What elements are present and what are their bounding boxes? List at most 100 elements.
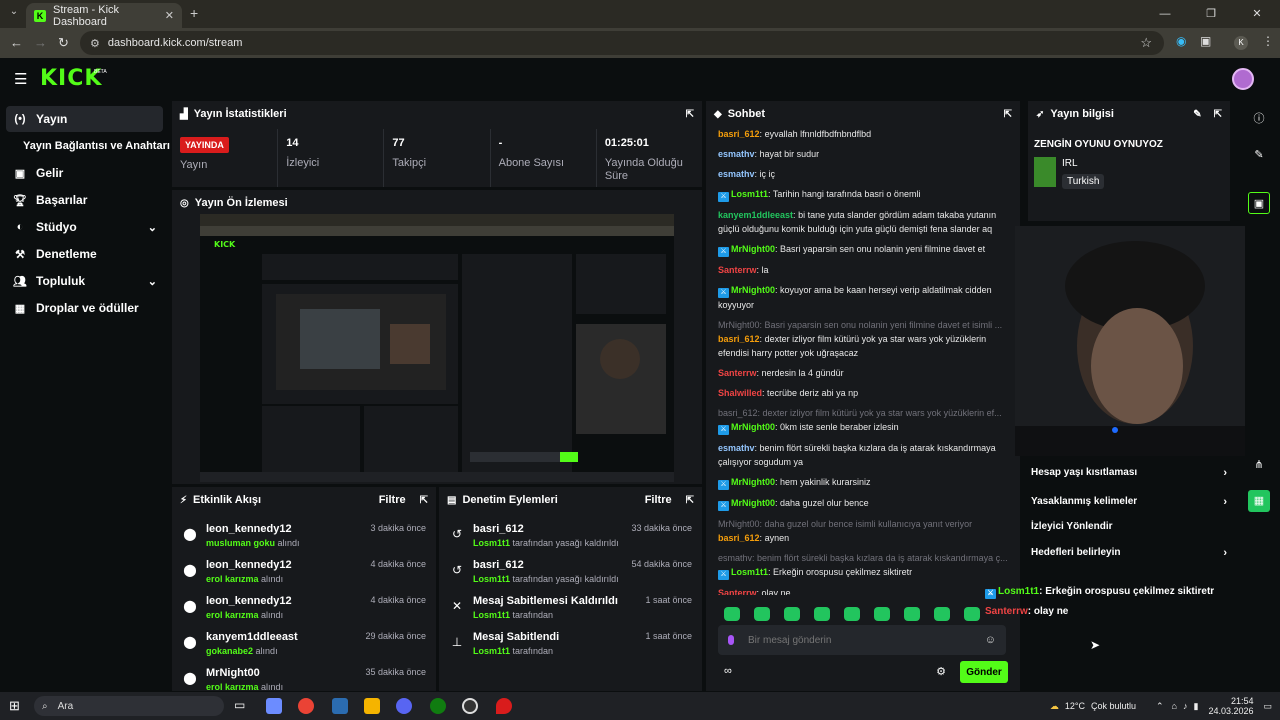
emote-icon[interactable] <box>814 607 830 621</box>
app-icon[interactable] <box>332 698 348 714</box>
chat-username[interactable]: basri_612 <box>718 129 760 139</box>
category-name[interactable]: IRL <box>1062 158 1078 169</box>
menu-item-goals[interactable]: Hedefleri belirleyin › <box>1031 547 1231 559</box>
sidebar-item-gelir[interactable]: ▣ Gelir <box>6 160 163 186</box>
chat-username[interactable]: MrNight00 <box>731 285 775 295</box>
discord-icon[interactable] <box>396 698 412 714</box>
tray-chevron-icon[interactable]: ⌃ <box>1156 701 1164 712</box>
clip-icon[interactable]: ▦ <box>1248 490 1270 512</box>
emote-icon[interactable] <box>724 607 740 621</box>
battery-icon[interactable]: ▮ <box>1193 701 1198 712</box>
copilot-icon[interactable] <box>266 698 282 714</box>
bookmark-star-icon[interactable]: ☆ <box>1140 35 1152 51</box>
network-icon[interactable]: ⌂ <box>1172 701 1177 711</box>
menu-item-account-age[interactable]: Hesap yaşı kısıtlaması › <box>1031 467 1231 479</box>
menu-item-raid[interactable]: İzleyici Yönlendir <box>1031 521 1231 532</box>
chat-message-list[interactable]: basri_612: eyvallah lfnnldfbdfnbndflbd es… <box>718 127 1008 595</box>
extension-icon[interactable]: ◉ <box>1176 34 1186 48</box>
sidebar-item-studyo[interactable]: ◐ Stüdyo ⌄ <box>6 214 163 240</box>
stream-preview-video[interactable]: KICK <box>200 214 674 482</box>
send-button[interactable]: Gönder <box>960 661 1008 683</box>
new-tab-icon[interactable]: + <box>190 5 198 21</box>
category-thumbnail[interactable] <box>1034 157 1056 187</box>
row-name[interactable]: leon_kennedy12 <box>206 523 292 535</box>
browser-tab[interactable]: K Stream - Kick Dashboard ✕ <box>26 3 182 28</box>
emoji-picker-icon[interactable]: ☺ <box>985 634 996 646</box>
chat-username[interactable]: MrNight00 <box>731 422 775 432</box>
chrome-icon[interactable] <box>298 698 314 714</box>
emote-icon[interactable] <box>934 607 950 621</box>
chat-username[interactable]: basri_612 <box>718 334 760 344</box>
close-tab-icon[interactable]: ✕ <box>165 9 174 22</box>
row-name[interactable]: leon_kennedy12 <box>206 595 292 607</box>
notifications-icon[interactable]: ▭ <box>1263 701 1272 712</box>
tab-search-icon[interactable]: ⌄ <box>6 6 22 22</box>
sidebar-item-denetleme[interactable]: ⚒ Denetleme <box>6 241 163 267</box>
chat-settings-icon[interactable]: ⚙ <box>936 665 946 678</box>
popout-icon[interactable]: ⇱ <box>1004 109 1012 120</box>
filter-button[interactable]: Filtre <box>645 494 672 506</box>
restore-icon[interactable]: ❐ <box>1188 0 1234 28</box>
reload-icon[interactable]: ↻ <box>58 35 69 51</box>
profile-avatar[interactable]: K <box>1234 36 1248 50</box>
close-window-icon[interactable]: ✕ <box>1234 0 1280 28</box>
chat-username[interactable]: MrNight00 <box>731 244 775 254</box>
chat-username[interactable]: Santerrw <box>718 368 757 378</box>
browser-menu-icon[interactable]: ⋮ <box>1262 34 1274 48</box>
row-name[interactable]: Mesaj Sabitlendi <box>473 631 559 643</box>
filter-button[interactable]: Filtre <box>379 494 406 506</box>
popout-icon[interactable]: ⇱ <box>686 109 694 120</box>
sidebar-item-yayin[interactable]: (•) Yayın <box>6 106 163 132</box>
emote-icon[interactable] <box>844 607 860 621</box>
row-name[interactable]: MrNight00 <box>206 667 260 679</box>
chat-input-box[interactable]: ☺ <box>718 625 1006 655</box>
site-info-icon[interactable]: ⚙ <box>90 37 100 50</box>
chat-username[interactable]: Losm1t1 <box>731 189 768 199</box>
chat-username[interactable]: esmathv <box>718 443 755 453</box>
url-bar[interactable]: ⚙ dashboard.kick.com/stream ☆ <box>80 31 1164 55</box>
share-icon[interactable]: ⋔ <box>1248 454 1270 476</box>
sidebar-item-topluluk[interactable]: 👥︎ Topluluk ⌄ <box>6 268 163 294</box>
sidebar-item-droplar[interactable]: ▦ Droplar ve ödüller <box>6 295 163 321</box>
volume-icon[interactable]: ♪ <box>1183 701 1188 711</box>
forward-icon[interactable]: → <box>34 35 47 50</box>
weather-temp[interactable]: 12°C <box>1065 701 1085 711</box>
emote-icon[interactable] <box>784 607 800 621</box>
info-icon[interactable]: ⓘ <box>1248 108 1270 130</box>
row-name[interactable]: Mesaj Sabitlemesi Kaldırıldı <box>473 595 618 607</box>
hamburger-menu-icon[interactable]: ☰ <box>14 70 27 88</box>
emote-icon[interactable] <box>874 607 890 621</box>
chat-username[interactable]: MrNight00 <box>731 498 775 508</box>
chat-username[interactable]: Losm1t1 <box>731 567 768 577</box>
camera-mode-icon[interactable]: ▣ <box>1248 192 1270 214</box>
taskbar-search[interactable]: ⌕ Ara <box>34 696 224 716</box>
sidebar-item-basarilar[interactable]: 🏆︎ Başarılar <box>6 187 163 213</box>
chat-username[interactable]: Santerrw <box>718 588 757 595</box>
row-name[interactable]: basri_612 <box>473 559 524 571</box>
row-name[interactable]: basri_612 <box>473 523 524 535</box>
maps-pin-icon[interactable] <box>496 698 512 714</box>
file-explorer-icon[interactable] <box>364 698 380 714</box>
chat-username[interactable]: basri_612 <box>718 533 760 543</box>
user-avatar[interactable] <box>1232 68 1254 90</box>
popout-icon[interactable]: ⇱ <box>1214 109 1222 120</box>
obs-icon[interactable] <box>462 698 478 714</box>
row-name[interactable]: leon_kennedy12 <box>206 559 292 571</box>
task-view-icon[interactable]: ▭ <box>234 698 250 714</box>
emote-icon[interactable] <box>964 607 980 621</box>
row-name[interactable]: kanyem1ddleeast <box>206 631 298 643</box>
mic-icon[interactable] <box>728 635 734 645</box>
points-icon[interactable]: ∞ <box>724 665 732 677</box>
clock[interactable]: 21:54 24.03.2026 <box>1208 696 1253 716</box>
back-icon[interactable]: ← <box>10 35 23 50</box>
chat-username[interactable]: kanyem1ddleeast <box>718 210 793 220</box>
xbox-icon[interactable] <box>430 698 446 714</box>
minimize-icon[interactable]: — <box>1142 0 1188 28</box>
edit-icon[interactable]: ✎ <box>1193 109 1201 120</box>
menu-item-banned-words[interactable]: Yasaklanmış kelimeler › <box>1031 496 1231 508</box>
edit-icon[interactable]: ✎ <box>1248 144 1270 166</box>
extensions-puzzle-icon[interactable]: ▣ <box>1200 34 1211 48</box>
popout-icon[interactable]: ⇱ <box>686 495 694 506</box>
weather-text[interactable]: Çok bulutlu <box>1091 701 1136 711</box>
chat-message-input[interactable] <box>748 634 985 646</box>
